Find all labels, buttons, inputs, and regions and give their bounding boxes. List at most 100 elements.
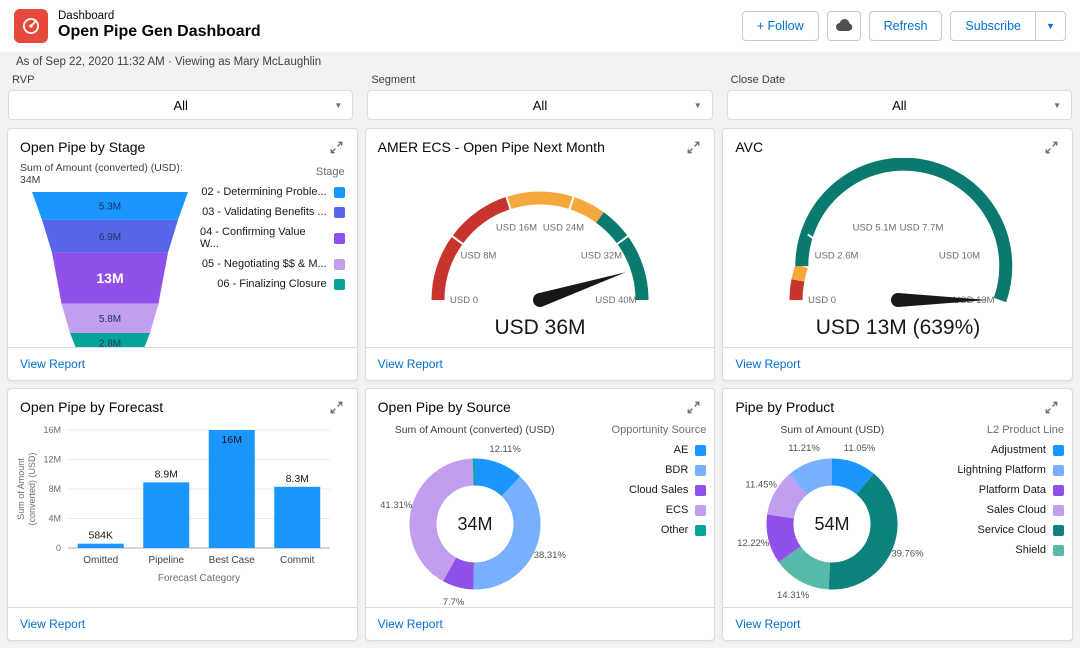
expand-icon[interactable] <box>328 399 345 416</box>
legend-item: Other <box>582 524 707 536</box>
view-report-link[interactable]: View Report <box>378 357 443 371</box>
title-block: Dashboard Open Pipe Gen Dashboard <box>58 10 261 42</box>
gauge-tick-label: USD 5.1M <box>852 223 896 234</box>
legend-item: Platform Data <box>939 484 1064 496</box>
legend-label: Adjustment <box>990 444 1046 456</box>
legend-chip <box>1052 444 1064 456</box>
subscribe-button-group: Subscribe ▼ <box>950 11 1066 41</box>
chevron-down-icon: ▼ <box>1046 21 1055 31</box>
bar <box>209 430 256 548</box>
more-actions-button[interactable]: ▼ <box>1036 11 1066 41</box>
y-tick-label: 4M <box>49 514 62 524</box>
chart-measure-title: Sum of Amount (converted) (USD) <box>394 424 555 436</box>
dashboard-icon <box>14 9 48 43</box>
donut-center-value: 54M <box>815 514 850 534</box>
view-report-link[interactable]: View Report <box>378 617 443 631</box>
legend-chip <box>1052 524 1064 536</box>
legend-label: 02 - Determining Proble... <box>201 186 327 198</box>
legend-item: Cloud Sales <box>582 484 707 496</box>
expand-icon[interactable] <box>685 399 702 416</box>
legend: L2 Product Line Adjustment Lightning Plat… <box>939 418 1064 607</box>
donut-percent-label: 39.76% <box>892 548 925 559</box>
legend-chip <box>695 464 707 476</box>
legend-label: Other <box>660 524 689 536</box>
legend-title: Stage <box>315 166 345 178</box>
legend-item: 04 - Confirming Value W... <box>200 226 345 250</box>
legend-title: Opportunity Source <box>611 424 707 436</box>
cloud-icon-button[interactable] <box>826 11 861 41</box>
header-actions: + Follow Refresh Subscribe ▼ <box>741 11 1066 41</box>
legend-label: Cloud Sales <box>629 484 689 496</box>
filter-close-date-select[interactable]: All ▼ <box>726 90 1072 120</box>
funnel-value-label: 6.9M <box>99 232 121 243</box>
donut-percent-label: 12.22% <box>737 538 770 549</box>
card-title: AMER ECS - Open Pipe Next Month <box>377 139 605 155</box>
view-report-link[interactable]: View Report <box>20 617 85 631</box>
cloud-icon <box>835 18 853 35</box>
subscribe-button-label: Subscribe <box>965 19 1021 33</box>
gauge-tick-label: USD 32M <box>581 250 622 261</box>
gauge-tick-label: USD 0 <box>450 295 478 306</box>
filter-segment-select[interactable]: All ▼ <box>367 90 713 120</box>
donut-percent-label: 14.31% <box>777 590 810 601</box>
legend-item: BDR <box>582 464 707 476</box>
bar-chart: 0 4M 8M 12M 16M 584K Omitted 8.9M Pipeline 16M Bes… <box>8 418 357 606</box>
filter-rvp-select[interactable]: All ▼ <box>8 90 354 120</box>
filter-label: RVP <box>12 74 35 86</box>
expand-icon[interactable] <box>685 139 702 156</box>
bar <box>274 486 321 548</box>
legend-chip <box>1052 504 1064 516</box>
y-tick-label: 0 <box>56 543 61 553</box>
expand-icon[interactable] <box>1043 399 1060 416</box>
legend-label: ECS <box>665 504 689 516</box>
legend-item: Lightning Platform <box>939 464 1064 476</box>
chart-measure-title: Sum of Amount (USD) <box>780 424 885 436</box>
view-report-link[interactable]: View Report <box>735 357 800 371</box>
legend-chip <box>1052 544 1064 556</box>
donut-segment <box>473 458 520 497</box>
funnel-chart: 5.3M 6.9M 13M 5.8M 2.8M <box>20 190 200 347</box>
legend-label: Sales Cloud <box>986 504 1046 516</box>
card-avc: AVC USD 0 USD 2.6M USD 5.1M USD 7.7M USD 10M… <box>722 128 1073 381</box>
gauge-value-label: USD 36M <box>494 316 585 339</box>
view-report-link[interactable]: View Report <box>735 617 800 631</box>
y-axis-title: (converted) (USD) <box>27 452 37 525</box>
donut-chart: 11.05% 39.76% 14.31% 12.22% 11.45% 11.21% 54M <box>725 436 939 607</box>
card-title: Open Pipe by Stage <box>20 139 146 155</box>
gauge-band <box>789 279 804 301</box>
chevron-down-icon: ▼ <box>1053 100 1061 110</box>
legend-label: BDR <box>665 464 689 476</box>
legend-item: Adjustment <box>939 444 1064 456</box>
expand-icon[interactable] <box>1043 139 1060 156</box>
legend-item: 05 - Negotiating $$ & M... <box>200 258 345 270</box>
bar-value-label: 8.9M <box>155 468 178 480</box>
expand-icon[interactable] <box>328 139 345 156</box>
legend-chip <box>333 278 345 290</box>
bar-value-label: 16M <box>222 434 242 446</box>
donut-segment <box>779 545 832 590</box>
gauge-tick-label: USD 2.6M <box>814 250 858 261</box>
legend-label: AE <box>673 444 689 456</box>
subscribe-button[interactable]: Subscribe <box>950 11 1036 41</box>
gauge-chart: USD 0 USD 8M USD 16M USD 24M USD 32M USD 40M U… <box>366 158 715 344</box>
legend-item: Service Cloud <box>939 524 1064 536</box>
donut-chart: 12.11% 38.31% 7.7% 41.31% 34M <box>368 436 582 607</box>
gauge-tick-label: USD 40M <box>595 295 636 306</box>
gauge-tick-label: USD 24M <box>543 223 584 234</box>
refresh-button-label: Refresh <box>883 19 928 33</box>
follow-button[interactable]: + Follow <box>741 11 819 41</box>
legend-chip <box>333 206 345 218</box>
donut-percent-label: 11.45% <box>746 480 778 491</box>
legend-item: AE <box>582 444 707 456</box>
view-report-link[interactable]: View Report <box>20 357 85 371</box>
gauge-band <box>791 263 808 282</box>
card-title: AVC <box>735 139 764 155</box>
refresh-button[interactable]: Refresh <box>868 11 943 41</box>
legend-chip <box>695 504 707 516</box>
legend-label: Service Cloud <box>977 524 1046 536</box>
legend-label: 04 - Confirming Value W... <box>200 226 306 250</box>
funnel-value-label: 2.8M <box>99 339 121 347</box>
legend-item: 06 - Finalizing Closure <box>200 278 345 290</box>
donut-percent-label: 12.11% <box>489 444 521 455</box>
x-tick-label: Omitted <box>84 555 119 566</box>
